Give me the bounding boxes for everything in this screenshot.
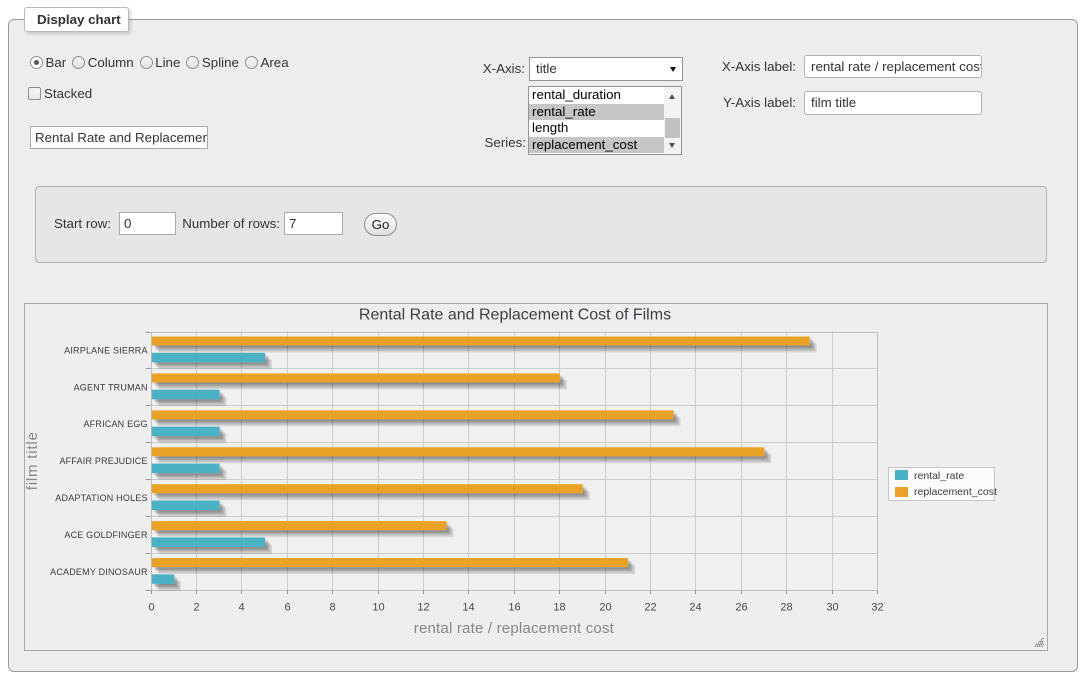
svg-text:6: 6 [284, 602, 290, 614]
svg-text:4: 4 [238, 602, 244, 614]
svg-text:rental rate / replacement cost: rental rate / replacement cost [414, 620, 615, 637]
svg-text:26: 26 [735, 602, 747, 614]
svg-text:ACE GOLDFINGER: ACE GOLDFINGER [64, 530, 148, 540]
svg-text:22: 22 [644, 602, 656, 614]
svg-text:AFRICAN EGG: AFRICAN EGG [83, 419, 147, 429]
svg-text:0: 0 [148, 602, 154, 614]
svg-text:20: 20 [599, 602, 611, 614]
svg-text:8: 8 [329, 602, 335, 614]
svg-text:AIRPLANE SIERRA: AIRPLANE SIERRA [64, 345, 148, 355]
svg-text:AFFAIR PREJUDICE: AFFAIR PREJUDICE [59, 456, 147, 466]
svg-text:14: 14 [462, 602, 474, 614]
svg-text:24: 24 [689, 602, 701, 614]
svg-text:2: 2 [193, 602, 199, 614]
svg-text:32: 32 [871, 602, 883, 614]
svg-text:18: 18 [553, 602, 565, 614]
svg-text:ACADEMY DINOSAUR: ACADEMY DINOSAUR [50, 567, 148, 577]
svg-text:Rental Rate and Replacement Co: Rental Rate and Replacement Cost of Film… [359, 307, 671, 324]
svg-text:30: 30 [826, 602, 838, 614]
svg-text:16: 16 [508, 602, 520, 614]
svg-text:AGENT TRUMAN: AGENT TRUMAN [74, 382, 148, 392]
svg-text:10: 10 [372, 602, 384, 614]
svg-text:film title: film title [25, 431, 41, 490]
svg-text:28: 28 [780, 602, 792, 614]
svg-text:12: 12 [417, 602, 429, 614]
svg-text:ADAPTATION HOLES: ADAPTATION HOLES [55, 493, 147, 503]
